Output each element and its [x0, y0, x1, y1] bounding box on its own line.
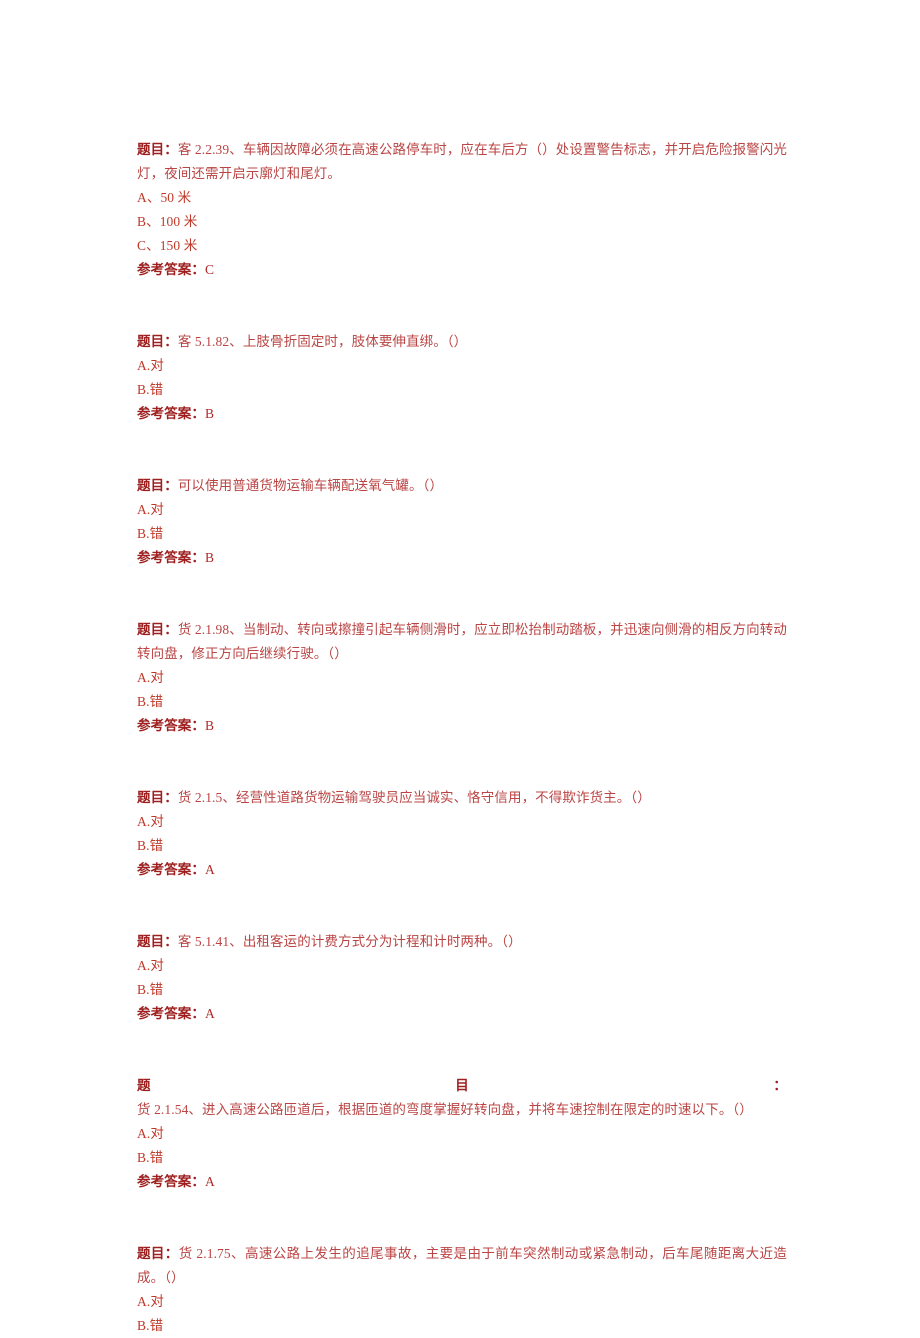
question-block: 题目：货 2.1.75、高速公路上发生的追尾事故，主要是由于前车突然制动或紧急制… — [137, 1242, 787, 1338]
reference-answer-line: 参考答案：B — [137, 402, 787, 426]
exam-question-page: 题目：客 2.2.39、车辆因故障必须在高速公路停车时，应在车后方（）处设置警告… — [0, 0, 920, 1338]
answer-option[interactable]: B.错 — [137, 690, 787, 714]
reference-answer-label: 参考答案： — [137, 262, 205, 277]
reference-answer-label: 参考答案： — [137, 718, 205, 733]
answer-option[interactable]: A.对 — [137, 1122, 787, 1146]
question-label: 题目： — [137, 1078, 787, 1093]
question-label: 题目： — [137, 478, 178, 493]
reference-answer-line: 参考答案：B — [137, 714, 787, 738]
question-label: 题目： — [137, 1246, 179, 1261]
question-text-line: 题目： 货 2.1.54、进入高速公路匝道后，根据匝道的弯度掌握好转向盘，并将车速… — [137, 1074, 787, 1122]
reference-answer-label: 参考答案： — [137, 862, 205, 877]
reference-answer-value: A — [205, 1006, 215, 1021]
answer-option[interactable]: A.对 — [137, 666, 787, 690]
question-block: 题目：客 5.1.41、出租客运的计费方式分为计程和计时两种。（） A.对 B.错参… — [137, 930, 787, 1026]
question-text-line: 题目：货 2.1.75、高速公路上发生的追尾事故，主要是由于前车突然制动或紧急制… — [137, 1242, 787, 1290]
answer-option[interactable]: A.对 — [137, 1290, 787, 1314]
question-body: 货 2.1.75、高速公路上发生的追尾事故，主要是由于前车突然制动或紧急制动，后… — [137, 1246, 787, 1285]
question-label: 题目： — [137, 790, 178, 805]
answer-option[interactable]: A.对 — [137, 354, 787, 378]
answer-option[interactable]: A.对 — [137, 954, 787, 978]
question-label: 题目： — [137, 142, 178, 157]
question-body: 货 2.1.5、经营性道路货物运输驾驶员应当诚实、恪守信用，不得欺诈货主。（） — [177, 790, 651, 805]
reference-answer-label: 参考答案： — [137, 550, 205, 565]
answer-option[interactable]: B.错 — [137, 978, 787, 1002]
question-block: 题目： 货 2.1.54、进入高速公路匝道后，根据匝道的弯度掌握好转向盘，并将车速… — [137, 1074, 787, 1194]
question-text-line: 题目：货 2.1.5、经营性道路货物运输驾驶员应当诚实、恪守信用，不得欺诈货主。… — [137, 786, 787, 810]
question-block: 题目：客 2.2.39、车辆因故障必须在高速公路停车时，应在车后方（）处设置警告… — [137, 138, 787, 282]
question-block: 题目：可以使用普通货物运输车辆配送氧气罐。（） A.对 B.错 参考答案：B — [137, 474, 787, 570]
reference-answer-label: 参考答案： — [137, 1174, 205, 1189]
answer-option[interactable]: B.错 — [137, 378, 787, 402]
reference-answer-label: 参考答案： — [137, 1006, 205, 1021]
reference-answer-line: 参考答案：B — [137, 546, 787, 570]
reference-answer-value: A — [205, 862, 215, 877]
question-block: 题目：货 2.1.98、当制动、转向或擦撞引起车辆侧滑时，应立即松抬制动踏板，并… — [137, 618, 787, 738]
question-label: 题目： — [137, 934, 178, 949]
reference-answer-value: B — [205, 550, 215, 565]
question-text-line: 题目：可以使用普通货物运输车辆配送氧气罐。（） — [137, 474, 787, 498]
answer-option[interactable]: A、50 米 — [137, 186, 787, 210]
question-body: 客 5.1.41、出租客运的计费方式分为计程和计时两种。（） — [177, 934, 522, 949]
question-text-line: 题目：客 2.2.39、车辆因故障必须在高速公路停车时，应在车后方（）处设置警告… — [137, 138, 787, 186]
reference-answer-value: B — [205, 718, 215, 733]
reference-answer-line: 参考答案：A — [137, 858, 787, 882]
question-body: 货 2.1.98、当制动、转向或擦撞引起车辆侧滑时，应立即松抬制动踏板，并迅速向… — [137, 622, 787, 661]
answer-option[interactable]: B.错 — [137, 1146, 787, 1170]
answer-option[interactable]: B.错 — [137, 522, 787, 546]
reference-answer-label: 参考答案： — [137, 406, 205, 421]
question-body: 可以使用普通货物运输车辆配送氧气罐。（） — [177, 478, 444, 493]
question-text-line: 题目：客 5.1.41、出租客运的计费方式分为计程和计时两种。（） — [137, 930, 787, 954]
answer-option[interactable]: B.错 — [137, 834, 787, 858]
question-label: 题目： — [137, 622, 178, 637]
reference-answer-line: 参考答案：C — [137, 258, 787, 282]
reference-answer-line: 参考答案：A — [137, 1002, 787, 1026]
question-text-line: 题目：客 5.1.82、上肢骨折固定时，肢体要伸直绑。（） — [137, 330, 787, 354]
answer-option[interactable]: B.错 — [137, 1314, 787, 1338]
question-block: 题目：客 5.1.82、上肢骨折固定时，肢体要伸直绑。（） A.对 B.错 参考答案：… — [137, 330, 787, 426]
question-block: 题目：货 2.1.5、经营性道路货物运输驾驶员应当诚实、恪守信用，不得欺诈货主。… — [137, 786, 787, 882]
reference-answer-value: B — [205, 406, 215, 421]
question-list: 题目：客 2.2.39、车辆因故障必须在高速公路停车时，应在车后方（）处设置警告… — [137, 138, 787, 1338]
answer-option[interactable]: C、150 米 — [137, 234, 787, 258]
question-body: 客 2.2.39、车辆因故障必须在高速公路停车时，应在车后方（）处设置警告标志，… — [137, 142, 787, 181]
reference-answer-value: C — [205, 262, 215, 277]
question-body: 货 2.1.54、进入高速公路匝道后，根据匝道的弯度掌握好转向盘，并将车速控制在… — [137, 1102, 753, 1117]
question-body: 客 5.1.82、上肢骨折固定时，肢体要伸直绑。（） — [177, 334, 468, 349]
reference-answer-line: 参考答案：A — [137, 1170, 787, 1194]
answer-option[interactable]: A.对 — [137, 498, 787, 522]
answer-option[interactable]: B、100 米 — [137, 210, 787, 234]
reference-answer-value: A — [205, 1174, 215, 1189]
question-text-line: 题目：货 2.1.98、当制动、转向或擦撞引起车辆侧滑时，应立即松抬制动踏板，并… — [137, 618, 787, 666]
answer-option[interactable]: A.对 — [137, 810, 787, 834]
question-label: 题目： — [137, 334, 178, 349]
